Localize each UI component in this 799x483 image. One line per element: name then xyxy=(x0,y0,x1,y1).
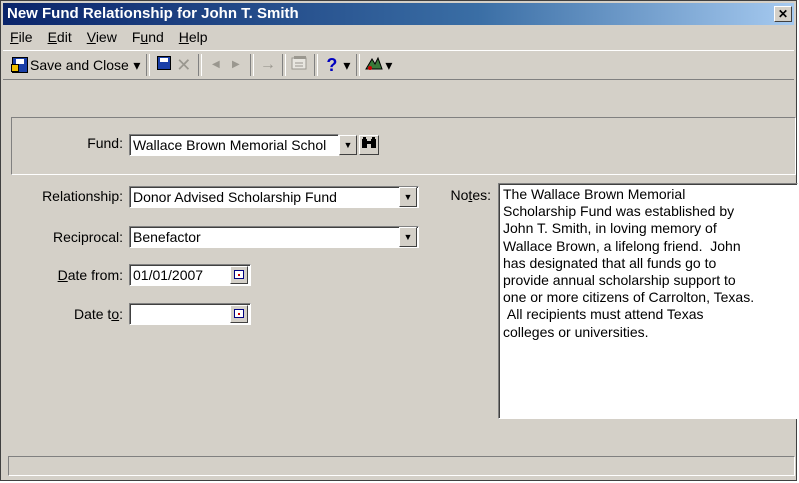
next-icon[interactable]: ▶ xyxy=(226,55,246,75)
reciprocal-field[interactable]: Benefactor xyxy=(129,226,419,248)
title-bar[interactable]: New Fund Relationship for John T. Smith … xyxy=(3,3,794,25)
relationship-field[interactable]: Donor Advised Scholarship Fund xyxy=(129,186,419,208)
date-to-calendar-button[interactable] xyxy=(230,305,248,323)
toolbar-separator xyxy=(197,54,202,76)
properties-icon[interactable] xyxy=(290,55,310,75)
previous-icon[interactable]: ◀ xyxy=(206,55,226,75)
notes-label: Notes: xyxy=(450,187,491,203)
reciprocal-dropdown-button[interactable]: ▼ xyxy=(399,227,417,247)
save-and-close-button[interactable]: Save and Close xyxy=(9,53,132,77)
calendar-icon xyxy=(234,309,244,318)
fund-field[interactable]: Wallace Brown Memorial Schol xyxy=(129,134,339,156)
window-title: New Fund Relationship for John T. Smith xyxy=(7,5,299,22)
notes-textarea[interactable]: The Wallace Brown Memorial Scholarship F… xyxy=(498,183,798,419)
dialog-window: New Fund Relationship for John T. Smith … xyxy=(0,0,798,481)
menu-file[interactable]: File xyxy=(3,27,41,47)
toolbar: Save and Close ▾ ✕ ◀ ▶ → ? ▾ ▾ xyxy=(3,50,794,80)
help-icon[interactable]: ? xyxy=(322,55,342,75)
fund-label: Fund: xyxy=(87,135,123,151)
calendar-icon xyxy=(234,270,244,279)
date-from-label: Date from: xyxy=(57,267,123,283)
go-to-icon[interactable]: → xyxy=(258,55,278,75)
menu-fund[interactable]: Fund xyxy=(125,27,172,47)
tools-dropdown-icon[interactable]: ▾ xyxy=(384,55,394,75)
toolbar-separator xyxy=(355,54,360,76)
reciprocal-label: Reciprocal: xyxy=(52,229,123,245)
delete-icon[interactable]: ✕ xyxy=(174,55,194,75)
date-from-calendar-button[interactable] xyxy=(230,266,248,284)
toolbar-separator xyxy=(249,54,254,76)
menu-help[interactable]: Help xyxy=(172,27,216,47)
close-icon: ✕ xyxy=(777,7,789,21)
fund-search-button[interactable] xyxy=(359,135,379,155)
save-and-close-label: Save and Close xyxy=(30,57,129,73)
save-and-close-dropdown-icon[interactable]: ▾ xyxy=(132,55,142,75)
save-disk-icon[interactable] xyxy=(154,55,174,75)
status-bar xyxy=(8,456,795,476)
binoculars-icon xyxy=(362,137,376,148)
menu-edit[interactable]: Edit xyxy=(41,27,80,47)
date-to-label: Date to: xyxy=(73,306,123,322)
close-button[interactable]: ✕ xyxy=(774,6,792,22)
save-and-close-icon xyxy=(11,57,28,73)
relationship-label: Relationship: xyxy=(42,188,123,204)
menu-view[interactable]: View xyxy=(80,27,125,47)
toolbar-separator xyxy=(313,54,318,76)
fund-dropdown-button[interactable]: ▼ xyxy=(339,135,357,155)
help-dropdown-icon[interactable]: ▾ xyxy=(342,55,352,75)
crystal-tools-icon[interactable] xyxy=(364,55,384,75)
toolbar-separator xyxy=(281,54,286,76)
menu-bar: File Edit View Fund Help xyxy=(3,27,216,47)
relationship-dropdown-button[interactable]: ▼ xyxy=(399,187,417,207)
toolbar-separator xyxy=(145,54,150,76)
